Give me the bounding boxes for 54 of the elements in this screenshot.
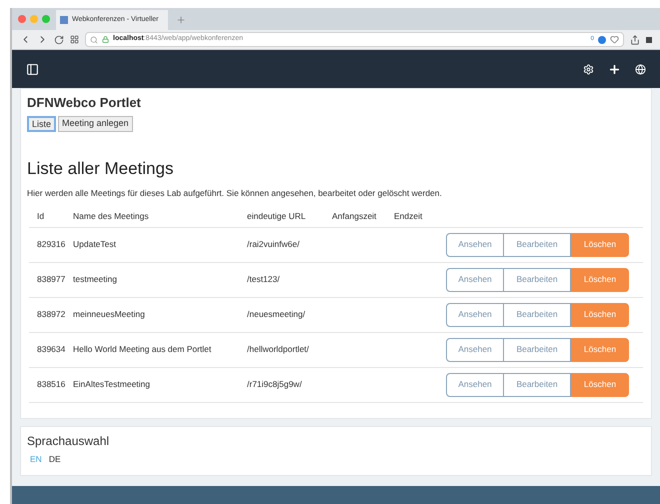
heart-icon[interactable] <box>610 35 619 44</box>
panel-toggle-icon[interactable] <box>26 62 39 76</box>
action-button[interactable]: Bearbeiten <box>504 338 571 362</box>
favicon-icon <box>60 16 68 24</box>
table-cell-text: /rai2vuinfw6e/ <box>247 238 300 252</box>
reload-icon[interactable] <box>54 34 64 44</box>
table-cell-text: 839634 <box>36 343 66 356</box>
language-option[interactable]: DE <box>48 453 61 466</box>
description-text: Hier werden alle Meetings für dieses Lab aufgeführt. Sie können angesehen, bearbeitet oder gelöscht werden. <box>27 187 443 200</box>
column-header: Name des Meetings <box>73 210 150 223</box>
tab[interactable]: Liste <box>27 116 56 132</box>
column-header: Anfangszeit <box>332 210 378 223</box>
column-header: Endzeit <box>394 210 422 223</box>
column-header: Id <box>36 210 46 223</box>
action-button[interactable]: Bearbeiten <box>504 232 571 257</box>
action-button[interactable]: Löschen <box>571 232 629 257</box>
action-button[interactable]: Ansehen <box>446 268 504 292</box>
action-button[interactable]: Löschen <box>571 372 629 397</box>
action-button[interactable]: Ansehen <box>446 372 504 397</box>
tab[interactable]: Meeting anlegen <box>58 116 133 132</box>
lock-icon <box>102 36 109 43</box>
action-button[interactable]: Bearbeiten <box>504 372 571 397</box>
search-icon <box>90 36 98 44</box>
table-cell-text: 838977 <box>36 273 66 286</box>
table-cell-text: 838516 <box>36 378 66 392</box>
action-button[interactable]: Ansehen <box>446 338 504 362</box>
action-button[interactable]: Ansehen <box>446 302 504 327</box>
table-cell-text: /test123/ <box>247 273 281 286</box>
settings-icon[interactable] <box>583 64 594 74</box>
action-button[interactable]: Löschen <box>571 338 629 362</box>
action-button[interactable]: Ansehen <box>446 232 504 257</box>
table-cell-text: testmeeting <box>73 273 118 286</box>
add-icon[interactable] <box>608 62 621 76</box>
grid-icon[interactable] <box>70 35 79 44</box>
table-cell-text: /hellworldportlet/ <box>247 343 310 356</box>
globe-icon[interactable] <box>635 64 646 74</box>
table-cell-text: UpdateTest <box>73 238 117 252</box>
table-cell-text: EinAltesTestmeeting <box>73 378 152 392</box>
action-button[interactable]: Löschen <box>571 302 629 327</box>
language-option[interactable]: EN <box>30 453 42 466</box>
action-button[interactable]: Bearbeiten <box>504 268 571 292</box>
table-cell-text: meinneuesMeeting <box>73 308 146 322</box>
table-cell-text: Hello World Meeting aus dem Portlet <box>73 343 212 356</box>
table-cell-text: /r71i9c8j5g9w/ <box>247 378 303 392</box>
table-cell-text: 838972 <box>36 308 66 322</box>
share-icon[interactable] <box>630 34 640 44</box>
action-button[interactable]: Löschen <box>571 268 629 292</box>
section-heading: Liste aller Meetings <box>27 158 174 180</box>
table-cell-text: 829316 <box>36 238 66 252</box>
portlet-title: DFNWebco Portlet <box>27 94 142 112</box>
table-cell-text: /neuesmeeting/ <box>247 308 306 322</box>
column-header: eindeutige URL <box>247 210 307 223</box>
language-title: Sprachauswahl <box>27 433 110 450</box>
action-button[interactable]: Bearbeiten <box>504 302 571 327</box>
